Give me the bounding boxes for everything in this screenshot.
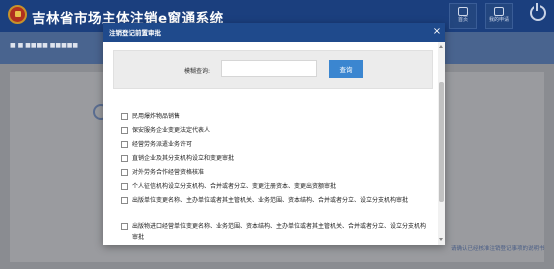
list-item-label: 保安服务企业变更法定代表人 <box>132 127 211 134</box>
dialog-header: 注销登记前置审批 × <box>103 23 445 42</box>
list-item[interactable]: 保安服务企业变更法定代表人 <box>121 125 426 136</box>
home-button-label: 首页 <box>457 17 468 23</box>
list-item[interactable]: 经营劳务派遣业务许可 <box>121 139 426 150</box>
list-item-label: 民用爆炸物品销售 <box>132 113 181 120</box>
close-icon[interactable]: × <box>431 25 443 39</box>
my-applications-label: 我的申请 <box>488 17 509 23</box>
document-icon <box>494 7 504 16</box>
background-notice-text: 请确认已经核准注销登记事项的说明书 <box>451 246 545 252</box>
home-icon <box>458 7 468 16</box>
list-item-label: 对外劳务合作经营资格核准 <box>132 169 205 176</box>
list-item-label: 出版物进口经营单位变更名称、业务范围、资本结构、主办单位或者其主管机关、合并或者… <box>132 223 427 241</box>
pre-approval-dialog: 注销登记前置审批 × 模糊查询: 查询 民用爆炸物品销售 保安服务企业变更法定代… <box>103 23 445 245</box>
list-item-label: 经营劳务派遣业务许可 <box>132 141 193 148</box>
checkbox[interactable] <box>121 113 128 120</box>
scroll-down-icon[interactable] <box>439 238 443 241</box>
scrollbar-thumb[interactable] <box>439 82 444 202</box>
checkbox[interactable] <box>121 197 128 204</box>
national-emblem-icon <box>8 5 27 24</box>
list-item-label: 出版单位变更名称、主办单位或者其主管机关、业务范围、资本结构、合并或者分立、设立… <box>132 197 409 204</box>
list-item[interactable]: 个人征信机构设立分支机构、合并或者分立、变更注册资本、变更出资额审批 <box>121 181 426 192</box>
checkbox[interactable] <box>121 127 128 134</box>
checkbox[interactable] <box>121 155 128 162</box>
checkbox[interactable] <box>121 223 128 230</box>
scroll-up-icon[interactable] <box>439 45 443 48</box>
search-button[interactable]: 查询 <box>329 60 363 78</box>
list-item-label: 直销企业及其分支机构设立和变更审批 <box>132 155 235 162</box>
checkbox[interactable] <box>121 183 128 190</box>
list-item[interactable]: 出版单位变更名称、主办单位或者其主管机关、业务范围、资本结构、合并或者分立、设立… <box>121 195 426 206</box>
checkbox[interactable] <box>121 169 128 176</box>
my-applications-button[interactable]: 我的申请 <box>485 3 513 29</box>
dialog-scrollbar[interactable] <box>438 42 445 245</box>
list-item[interactable]: 对外劳务合作经营资格核准 <box>121 167 426 178</box>
list-item[interactable]: 民用爆炸物品销售 <box>121 111 426 122</box>
list-item-label: 个人征信机构设立分支机构、合并或者分立、变更注册资本、变更出资额审批 <box>132 183 337 190</box>
home-button[interactable]: 首页 <box>449 3 477 29</box>
list-item[interactable]: 直销企业及其分支机构设立和变更审批 <box>121 153 426 164</box>
dialog-title: 注销登记前置审批 <box>109 29 161 37</box>
search-label: 模糊查询: <box>184 68 211 75</box>
power-icon[interactable] <box>530 3 546 21</box>
subheader-text: ■ ■ ■■■■ ■■■■■ <box>10 42 79 49</box>
list-item[interactable]: 出版物进口经营单位变更名称、业务范围、资本结构、主办单位或者其主管机关、合并或者… <box>121 221 426 243</box>
search-panel: 模糊查询: 查询 <box>113 50 433 89</box>
search-input[interactable] <box>221 60 317 77</box>
checkbox[interactable] <box>121 141 128 148</box>
